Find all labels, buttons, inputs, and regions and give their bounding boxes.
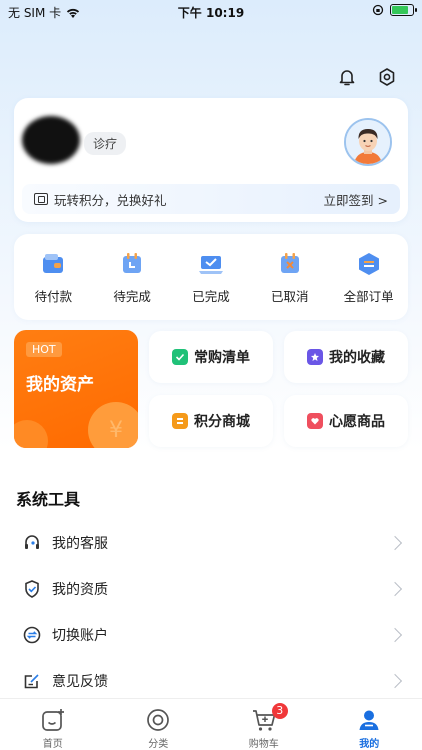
tool-switch-account[interactable]: 切换账户 — [0, 613, 422, 657]
headset-icon — [22, 533, 42, 553]
sign-in-link[interactable]: 立即签到 > — [324, 190, 388, 209]
tab-home[interactable]: 首页 — [13, 707, 93, 750]
settings-icon[interactable] — [376, 66, 398, 88]
asset-title: 我的资产 — [26, 375, 94, 395]
tool-label: 我的客服 — [52, 536, 108, 552]
order-completed[interactable]: 已完成 — [175, 250, 247, 305]
home-icon — [40, 707, 66, 733]
tab-label: 分类 — [148, 739, 169, 750]
tab-mine[interactable]: 我的 — [329, 707, 409, 750]
calendar-icon — [123, 252, 142, 273]
order-label: 已取消 — [271, 288, 309, 304]
status-right — [372, 4, 417, 16]
tab-category[interactable]: 分类 — [118, 707, 198, 750]
orientation-lock-icon — [372, 4, 384, 16]
order-label: 已完成 — [192, 288, 230, 304]
wish-bag-icon — [307, 413, 323, 429]
star-icon — [307, 349, 323, 365]
quick-label: 心愿商品 — [329, 414, 385, 430]
coin-icon: ¥ — [88, 402, 138, 448]
quick-label: 常购清单 — [194, 350, 250, 366]
frequent-list-button[interactable]: 常购清单 — [149, 331, 273, 383]
chevron-right-icon — [387, 627, 403, 643]
tab-label: 我的 — [359, 739, 380, 750]
tool-label: 切换账户 — [52, 628, 108, 644]
status-time: 下午 10:19 — [177, 6, 245, 20]
tool-label: 意见反馈 — [52, 674, 108, 690]
tab-bar: 首页 分类 3 购物车 我的 — [0, 698, 422, 750]
user-icon — [356, 707, 382, 733]
status-bar: 无 SIM 卡 下午 10:19 — [0, 0, 422, 24]
shield-check-icon — [22, 579, 42, 599]
quick-label: 积分商城 — [194, 414, 250, 430]
chevron-right-icon — [387, 581, 403, 597]
tab-label: 购物车 — [248, 739, 279, 750]
avatar[interactable] — [344, 118, 392, 166]
sign-in-text: 玩转积分，兑换好礼 — [54, 192, 167, 208]
order-all[interactable]: 全部订单 — [333, 250, 405, 305]
wishlist-button[interactable]: 心愿商品 — [284, 395, 408, 447]
section-title: 系统工具 — [16, 490, 81, 509]
top-icons — [336, 66, 398, 88]
tab-cart[interactable]: 3 购物车 — [224, 703, 304, 750]
order-label: 待完成 — [113, 288, 151, 304]
tool-customer-service[interactable]: 我的客服 — [0, 521, 422, 565]
quick-label: 我的收藏 — [329, 350, 385, 366]
tool-qualification[interactable]: 我的资质 — [0, 567, 422, 611]
feedback-icon — [22, 671, 42, 691]
chevron-right-icon — [387, 535, 403, 551]
my-favorites-button[interactable]: 我的收藏 — [284, 331, 408, 383]
stack-icon — [358, 252, 379, 275]
checklist-icon — [172, 349, 188, 365]
user-name-redacted — [22, 116, 80, 164]
hot-badge: HOT — [26, 342, 62, 357]
order-cancelled[interactable]: 已取消 — [254, 250, 326, 305]
cancel-box-icon — [280, 252, 299, 273]
coin-symbol: ¥ — [109, 417, 123, 443]
order-pending-complete[interactable]: 待完成 — [96, 250, 168, 305]
coin-decoration — [14, 420, 48, 448]
points-mall-button[interactable]: 积分商城 — [149, 395, 273, 447]
user-tag: 诊疗 — [84, 132, 127, 155]
switch-icon — [22, 625, 42, 645]
order-label: 全部订单 — [343, 288, 394, 304]
battery-icon — [390, 4, 417, 16]
tool-label: 我的资质 — [52, 582, 108, 598]
order-label: 待付款 — [34, 288, 73, 304]
my-assets-card[interactable]: HOT 我的资产 ¥ — [14, 330, 138, 448]
chevron-right-icon — [387, 673, 403, 689]
tool-feedback[interactable]: 意见反馈 — [0, 659, 422, 703]
tab-label: 首页 — [42, 739, 63, 750]
coin-stack-icon — [172, 413, 188, 429]
orders-card: 待付款 待完成 已完成 已取消 全部订单 — [14, 234, 408, 320]
bell-icon[interactable] — [336, 66, 358, 88]
ticket-icon — [34, 193, 48, 205]
laptop-icon — [198, 255, 223, 274]
wallet-icon — [43, 253, 64, 273]
profile-card: 诊疗 玩转积分，兑换好礼 立即签到 > — [14, 98, 408, 222]
category-icon — [145, 707, 171, 733]
sign-in-bar[interactable]: 玩转积分，兑换好礼 立即签到 > — [22, 184, 400, 214]
order-pending-payment[interactable]: 待付款 — [17, 250, 89, 305]
cart-badge: 3 — [271, 703, 288, 719]
